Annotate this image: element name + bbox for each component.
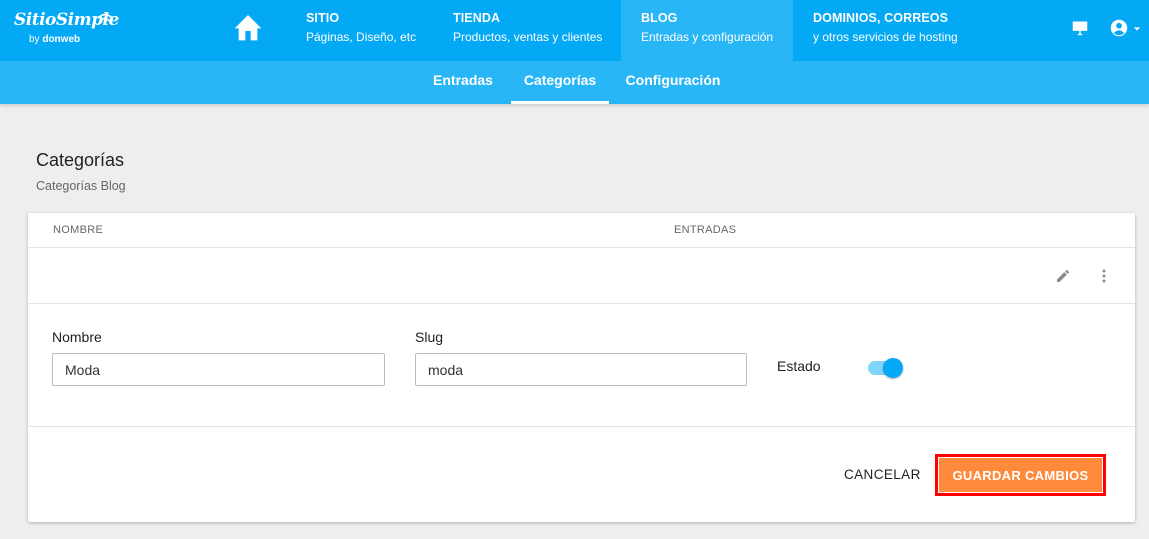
brand-byline: by donweb <box>29 34 81 45</box>
nav-tienda[interactable]: TIENDA Productos, ventas y clientes <box>453 0 602 61</box>
page-subtitle: Categorías Blog <box>36 179 126 193</box>
cancel-button[interactable]: CANCELAR <box>834 457 931 491</box>
nav-dominios[interactable]: DOMINIOS, CORREOS y otros servicios de h… <box>813 0 958 61</box>
tab-categorias[interactable]: Categorías <box>511 61 609 104</box>
save-button[interactable]: GUARDAR CAMBIOS <box>939 458 1102 492</box>
column-header-nombre[interactable]: NOMBRE <box>53 224 103 236</box>
tab-configuracion[interactable]: Configuración <box>620 61 726 104</box>
more-options-button[interactable] <box>1098 267 1110 290</box>
more-vert-icon <box>1102 269 1106 283</box>
save-button-highlight: GUARDAR CAMBIOS <box>935 454 1106 496</box>
wifi-icon <box>97 13 113 22</box>
page-title: Categorías <box>36 150 125 170</box>
monitor-icon <box>1072 21 1088 36</box>
top-navbar: SitioSimple by donweb SITIO Páginas, Dis… <box>0 0 1149 61</box>
edit-button[interactable] <box>1055 268 1071 289</box>
pencil-icon <box>1057 269 1069 282</box>
categories-card: NOMBRE ENTRADAS Nombre Slug Estado CANCE… <box>28 213 1135 522</box>
account-icon <box>1110 19 1128 37</box>
slug-input[interactable] <box>415 353 747 386</box>
brand-logo[interactable]: SitioSimple by donweb <box>14 10 124 50</box>
home-icon <box>234 15 262 41</box>
account-menu-button[interactable] <box>1110 19 1141 42</box>
chevron-down-icon <box>1134 27 1141 31</box>
nav-blog[interactable]: BLOG Entradas y configuración <box>621 0 793 61</box>
toggle-thumb <box>883 358 903 378</box>
divider <box>28 426 1135 427</box>
nombre-input[interactable] <box>52 353 385 386</box>
estado-toggle[interactable] <box>868 357 904 379</box>
column-header-entradas[interactable]: ENTRADAS <box>674 224 736 236</box>
tab-entradas[interactable]: Entradas <box>420 61 506 104</box>
estado-label: Estado <box>777 358 821 374</box>
divider <box>28 247 1135 248</box>
slug-label: Slug <box>415 329 444 345</box>
nav-sitio[interactable]: SITIO Páginas, Diseño, etc <box>306 0 416 61</box>
preview-button[interactable] <box>1071 20 1089 41</box>
home-button[interactable] <box>232 12 264 42</box>
divider <box>28 303 1135 304</box>
nombre-label: Nombre <box>52 329 102 345</box>
blog-subnav: Entradas Categorías Configuración <box>0 61 1149 104</box>
